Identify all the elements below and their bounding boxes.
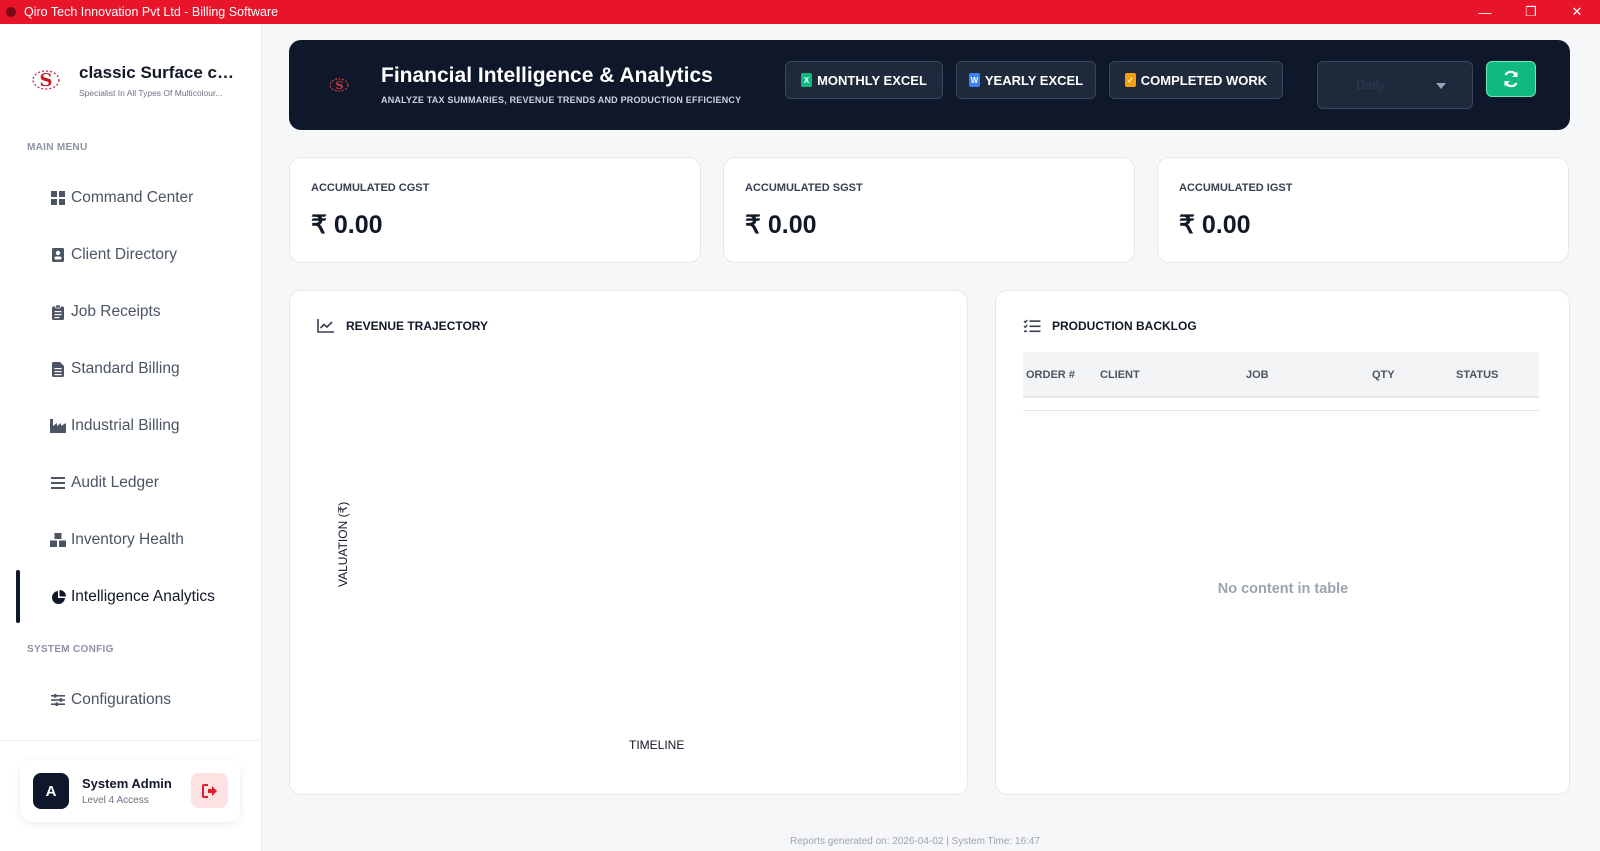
brand-tagline: Specialist In All Types Of Multicolour..…	[79, 87, 223, 98]
user-card: A System Admin Level 4 Access	[20, 760, 240, 822]
logout-button[interactable]	[191, 773, 228, 808]
sidebar-divider	[0, 740, 262, 741]
backlog-panel-title: PRODUCTION BACKLOG	[1052, 319, 1197, 333]
user-level: Level 4 Access	[82, 795, 149, 806]
stat-card-cgst: ACCUMULATED CGST ₹ 0.00	[289, 157, 701, 263]
factory-icon	[50, 418, 66, 434]
brand-logo-letter: S	[39, 69, 53, 91]
document-icon	[50, 361, 66, 377]
window-title: Qiro Tech Innovation Pvt Ltd - Billing S…	[24, 5, 279, 19]
sidebar-item-label: Configurations	[71, 691, 171, 708]
period-select[interactable]: Daily	[1317, 61, 1473, 109]
stat-value: ₹ 0.00	[745, 211, 817, 239]
stat-label: ACCUMULATED IGST	[1179, 182, 1293, 194]
completed-work-button[interactable]: ✓ COMPLETED WORK	[1109, 61, 1283, 99]
stat-value: ₹ 0.00	[311, 211, 383, 239]
close-button[interactable]: ✕	[1554, 0, 1600, 24]
production-backlog-panel: PRODUCTION BACKLOG ORDER # CLIENT JOB QT…	[995, 290, 1570, 795]
sidebar-item-job-receipts[interactable]: Job Receipts	[50, 297, 161, 327]
window-title-bar: Qiro Tech Innovation Pvt Ltd - Billing S…	[0, 0, 1600, 24]
refresh-icon	[1504, 70, 1518, 88]
sidebar: S classic Surface co... Specialist In Al…	[0, 24, 262, 851]
svg-text:S: S	[336, 79, 344, 92]
monthly-excel-button[interactable]: X MONTHLY EXCEL	[785, 61, 943, 99]
backlog-table-header: ORDER # CLIENT JOB QTY STATUS	[1023, 352, 1539, 398]
avatar: A	[33, 773, 69, 809]
monthly-excel-label: MONTHLY EXCEL	[817, 72, 927, 88]
contact-card-icon	[50, 247, 66, 263]
revenue-panel-title: REVENUE TRAJECTORY	[346, 319, 489, 333]
sidebar-item-client-directory[interactable]: Client Directory	[50, 240, 177, 270]
stat-card-sgst: ACCUMULATED SGST ₹ 0.00	[723, 157, 1135, 263]
stat-card-igst: ACCUMULATED IGST ₹ 0.00	[1157, 157, 1569, 263]
boxes-icon	[50, 532, 66, 548]
sidebar-item-label: Audit Ledger	[71, 474, 159, 491]
sliders-icon	[50, 692, 66, 708]
sidebar-item-configurations[interactable]: Configurations	[50, 685, 171, 715]
sidebar-item-label: Command Center	[71, 189, 194, 206]
line-chart-icon	[317, 318, 335, 334]
clipboard-icon	[50, 304, 66, 320]
checklist-icon	[1023, 318, 1041, 334]
list-icon	[50, 475, 66, 491]
brand-logo: S	[28, 62, 64, 98]
sidebar-item-label: Inventory Health	[71, 531, 184, 548]
y-axis-label: VALUATION (₹)	[336, 501, 350, 587]
refresh-button[interactable]	[1486, 61, 1536, 97]
stat-label: ACCUMULATED SGST	[745, 182, 863, 194]
excel-file-icon: X	[801, 73, 813, 87]
backlog-panel-header: PRODUCTION BACKLOG	[1023, 318, 1197, 334]
revenue-trajectory-panel: REVENUE TRAJECTORY VALUATION (₹) TIMELIN…	[289, 290, 968, 795]
column-header-status[interactable]: STATUS	[1456, 369, 1498, 381]
grid-icon	[50, 190, 66, 206]
chevron-down-icon	[1436, 83, 1446, 89]
sidebar-item-label: Intelligence Analytics	[71, 588, 215, 605]
sidebar-item-intelligence-analytics[interactable]: Intelligence Analytics	[50, 582, 215, 612]
sidebar-item-label: Client Directory	[71, 246, 177, 263]
column-header-client[interactable]: CLIENT	[1100, 369, 1140, 381]
minimize-button[interactable]: —	[1462, 0, 1508, 24]
sidebar-item-label: Job Receipts	[71, 303, 161, 320]
sidebar-item-standard-billing[interactable]: Standard Billing	[50, 354, 180, 384]
brand: S classic Surface co... Specialist In Al…	[28, 62, 239, 98]
revenue-panel-header: REVENUE TRAJECTORY	[317, 318, 488, 334]
yearly-excel-button[interactable]: W YEARLY EXCEL	[956, 61, 1096, 99]
brand-name: classic Surface co...	[79, 62, 239, 82]
main-menu-label: MAIN MENU	[27, 142, 88, 153]
page-subtitle: ANALYZE TAX SUMMARIES, REVENUE TRENDS AN…	[381, 95, 742, 105]
sidebar-item-label: Standard Billing	[71, 360, 180, 377]
column-header-order[interactable]: ORDER #	[1026, 369, 1075, 381]
sidebar-item-label: Industrial Billing	[71, 417, 180, 434]
pie-chart-icon	[50, 589, 66, 605]
column-header-job[interactable]: JOB	[1246, 369, 1269, 381]
period-select-value: Daily	[1356, 77, 1385, 92]
yearly-excel-label: YEARLY EXCEL	[984, 72, 1084, 88]
report-footer: Reports generated on: 2026-04-02 | Syste…	[790, 836, 1040, 847]
header-logo-icon: S	[327, 73, 351, 97]
completed-work-label: COMPLETED WORK	[1140, 72, 1268, 88]
stat-label: ACCUMULATED CGST	[311, 182, 430, 194]
sidebar-item-industrial-billing[interactable]: Industrial Billing	[50, 411, 180, 441]
table-divider	[1023, 410, 1539, 411]
window-controls: — ❐ ✕	[1462, 0, 1600, 24]
sidebar-item-audit-ledger[interactable]: Audit Ledger	[50, 468, 159, 498]
user-name: System Admin	[82, 776, 172, 791]
header-banner: S Financial Intelligence & Analytics ANA…	[289, 40, 1570, 130]
clipboard-check-icon: ✓	[1124, 73, 1136, 87]
logout-icon	[201, 783, 217, 798]
stat-value: ₹ 0.00	[1179, 211, 1251, 239]
maximize-button[interactable]: ❐	[1508, 0, 1554, 24]
page-title: Financial Intelligence & Analytics	[381, 64, 713, 87]
active-indicator	[16, 570, 20, 623]
app-icon	[6, 7, 16, 17]
sidebar-item-command-center[interactable]: Command Center	[50, 183, 193, 213]
sidebar-item-inventory-health[interactable]: Inventory Health	[50, 525, 184, 555]
word-file-icon: W	[968, 73, 980, 87]
empty-table-message: No content in table	[1217, 581, 1349, 597]
x-axis-label: TIMELINE	[629, 738, 685, 752]
system-config-label: SYSTEM CONFIG	[27, 644, 114, 655]
column-header-qty[interactable]: QTY	[1372, 369, 1395, 381]
